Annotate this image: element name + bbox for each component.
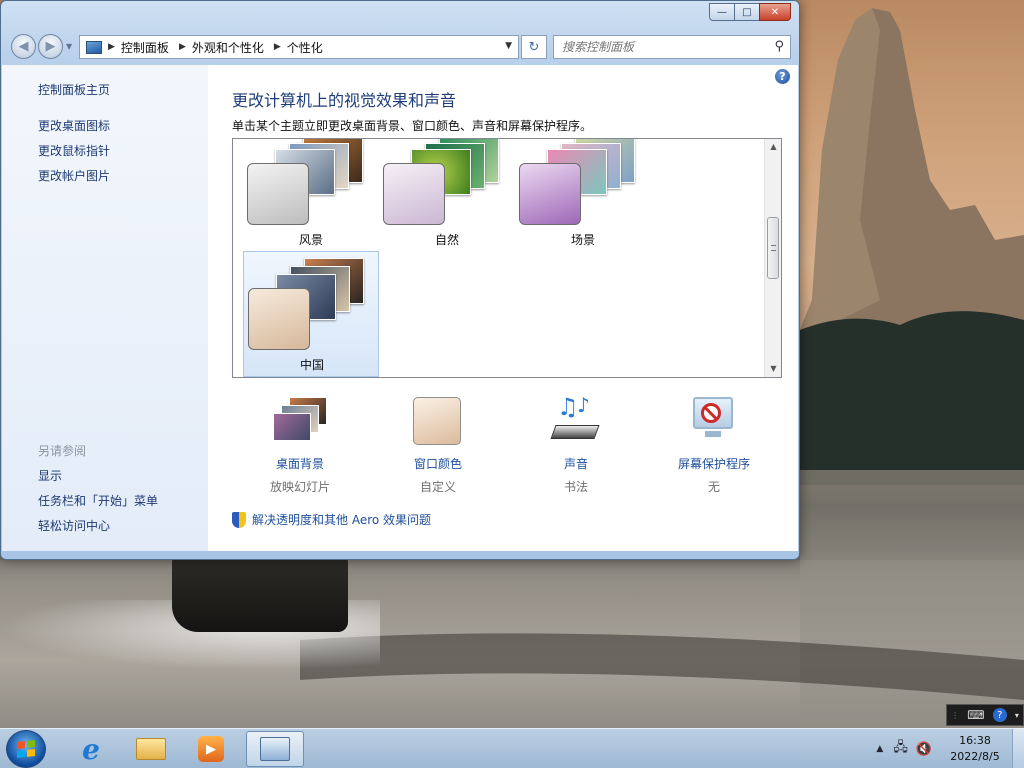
theme-china[interactable]: 中国 [243, 251, 379, 377]
breadcrumb-separator[interactable]: ▶ [179, 42, 186, 52]
navigation-bar: ◀ ▶ ▼ ▶ 控制面板 ▶ 外观和个性化 ▶ 个性化 ▼ ↻ ⚲ [9, 32, 793, 60]
internet-explorer-icon[interactable]: e [62, 731, 120, 767]
window-color-setting[interactable]: 窗口颜色 自定义 [368, 397, 508, 495]
back-button[interactable]: ◀ [11, 34, 36, 59]
control-panel-icon [86, 40, 102, 54]
address-dropdown-icon[interactable]: ▼ [505, 41, 512, 51]
sounds-value: 书法 [563, 480, 588, 494]
clock[interactable]: 16:38 2022/8/5 [938, 733, 1012, 765]
caption-buttons: — □ ✕ [709, 3, 791, 21]
uac-shield-icon [232, 511, 246, 528]
sidebar-link-account-picture[interactable]: 更改帐户图片 [38, 167, 110, 184]
theme-gallery: 风景 自然 场景 中国 ▲ ▼ [232, 138, 782, 378]
breadcrumb-separator[interactable]: ▶ [108, 42, 115, 52]
windows-logo-icon [17, 740, 35, 758]
theme-landscapes[interactable]: 风景 [243, 139, 379, 257]
clock-date: 2022/8/5 [950, 750, 1000, 763]
language-bar-menu-icon[interactable]: ▾ [1015, 711, 1019, 720]
address-bar[interactable]: ▶ 控制面板 ▶ 外观和个性化 ▶ 个性化 ▼ [79, 35, 519, 59]
aero-troubleshoot-link[interactable]: 解决透明度和其他 Aero 效果问题 [232, 511, 431, 528]
boat [172, 558, 348, 632]
sounds-link[interactable]: 声音 [506, 455, 646, 472]
control-panel-icon[interactable] [246, 731, 304, 767]
show-hidden-icons[interactable]: ▲ [876, 744, 883, 754]
breadcrumb-appearance[interactable]: 外观和个性化 [192, 39, 264, 56]
sidebar-link-desktop-icons[interactable]: 更改桌面图标 [38, 117, 110, 134]
language-bar-grip-icon: ⋮ [951, 710, 960, 720]
desktop-background-icon [271, 397, 329, 447]
aero-troubleshoot-label[interactable]: 解决透明度和其他 Aero 效果问题 [252, 511, 431, 528]
system-tray: ▲ 🖧 🔇 16:38 2022/8/5 [876, 729, 1024, 768]
show-desktop-button[interactable] [1012, 729, 1024, 768]
scroll-down-button[interactable]: ▼ [765, 361, 781, 377]
media-player-icon[interactable]: ▶ [182, 731, 240, 767]
desktop-background-link[interactable]: 桌面背景 [230, 455, 370, 472]
theme-nature[interactable]: 自然 [379, 139, 515, 257]
recent-pages-dropdown[interactable]: ▼ [66, 42, 72, 51]
page-title: 更改计算机上的视觉效果和声音 [232, 91, 457, 110]
control-panel-window: — □ ✕ ◀ ▶ ▼ ▶ 控制面板 ▶ 外观和个性化 ▶ 个性化 ▼ ↻ ⚲ … [0, 0, 800, 560]
volume-muted-icon[interactable]: 🔇 [916, 742, 932, 757]
desktop-background-setting[interactable]: 桌面背景 放映幻灯片 [230, 397, 370, 495]
help-icon[interactable]: ? [775, 69, 790, 84]
breadcrumb-control-panel[interactable]: 控制面板 [121, 39, 169, 56]
close-button[interactable]: ✕ [759, 3, 791, 21]
sidebar-link-ease-of-access[interactable]: 轻松访问中心 [38, 517, 110, 534]
screensaver-icon [685, 397, 743, 447]
sounds-icon: ♫ ♪ [547, 393, 605, 447]
screensaver-value: 无 [707, 480, 720, 494]
clock-time: 16:38 [959, 734, 991, 747]
window-color-value: 自定义 [419, 480, 456, 494]
breadcrumb-personalization[interactable]: 个性化 [287, 39, 323, 56]
see-also-heading: 另请参阅 [38, 444, 87, 458]
sidebar-link-display[interactable]: 显示 [38, 467, 62, 484]
start-button[interactable] [6, 730, 46, 768]
language-bar[interactable]: ⋮ ⌨ ? ▾ [946, 704, 1024, 726]
window-color-link[interactable]: 窗口颜色 [368, 455, 508, 472]
taskbar: e ▶ ▲ 🖧 🔇 16:38 2022/8/5 [0, 728, 1024, 768]
screensaver-setting[interactable]: 屏幕保护程序 无 [644, 397, 784, 495]
scroll-thumb[interactable] [767, 217, 779, 279]
refresh-button[interactable]: ↻ [521, 35, 547, 59]
screensaver-link[interactable]: 屏幕保护程序 [644, 455, 784, 472]
help-icon[interactable]: ? [992, 708, 1007, 722]
sidebar-link-mouse-pointers[interactable]: 更改鼠标指针 [38, 142, 110, 159]
windows-explorer-icon[interactable] [122, 731, 180, 767]
theme-name: 中国 [299, 358, 324, 372]
theme-name: 场景 [570, 233, 595, 247]
search-icon[interactable]: ⚲ [774, 39, 784, 54]
keyboard-icon[interactable]: ⌨ [967, 708, 984, 722]
client-area: 控制面板主页 更改桌面图标 更改鼠标指针 更改帐户图片 另请参阅 显示 任务栏和… [2, 65, 798, 551]
minimize-button[interactable]: — [709, 3, 735, 21]
theme-name: 风景 [298, 233, 323, 247]
breadcrumb-separator[interactable]: ▶ [274, 42, 281, 52]
theme-scenes[interactable]: 场景 [515, 139, 651, 257]
forward-button[interactable]: ▶ [38, 34, 63, 59]
page-description: 单击某个主题立即更改桌面背景、窗口颜色、声音和屏幕保护程序。 [232, 119, 593, 133]
window-color-icon [409, 397, 467, 447]
scroll-up-button[interactable]: ▲ [765, 139, 781, 155]
network-icon[interactable]: 🖧 [893, 738, 908, 760]
sidebar: 控制面板主页 更改桌面图标 更改鼠标指针 更改帐户图片 另请参阅 显示 任务栏和… [2, 65, 208, 551]
maximize-button[interactable]: □ [734, 3, 760, 21]
search-input[interactable] [554, 36, 754, 58]
desktop-background-value: 放映幻灯片 [269, 480, 330, 494]
sidebar-link-home[interactable]: 控制面板主页 [38, 81, 110, 98]
theme-gallery-scrollbar[interactable]: ▲ ▼ [764, 139, 781, 377]
search-box[interactable]: ⚲ [553, 35, 791, 59]
sounds-setting[interactable]: ♫ ♪ 声音 书法 [506, 393, 646, 495]
sidebar-link-taskbar-start[interactable]: 任务栏和「开始」菜单 [38, 492, 158, 509]
theme-name: 自然 [434, 233, 459, 247]
